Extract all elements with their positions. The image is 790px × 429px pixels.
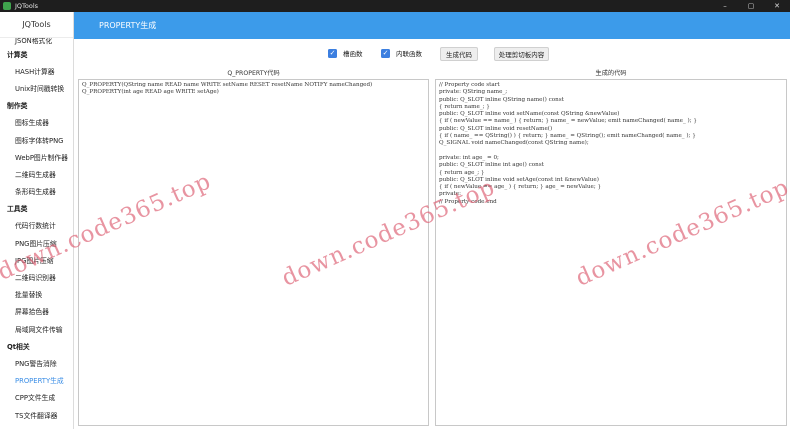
sidebar-item[interactable]: HASH计算器 (0, 62, 73, 79)
sidebar-item[interactable]: Unix时间戳转换 (0, 79, 73, 96)
checkbox-checked-icon: ✓ (328, 48, 337, 58)
window-titlebar: JQTools – ▢ ✕ (0, 0, 790, 12)
generated-code-editor[interactable]: // Property code start private: QString … (435, 79, 787, 426)
sidebar-item[interactable]: 二维码识别器 (0, 268, 73, 285)
sidebar-item[interactable]: 局域网文件传输 (0, 320, 73, 337)
sidebar-item[interactable]: 屏幕拾色器 (0, 303, 73, 320)
sidebar-item[interactable]: JPG图片压缩 (0, 251, 73, 268)
sidebar-brand: JQTools (0, 12, 73, 38)
generated-code-text: // Property code start private: QString … (439, 82, 697, 205)
sidebar-item[interactable]: 图标字体转PNG (0, 131, 73, 148)
sidebar-menu: JSON格式化计算类 HASH计算器 Unix时间戳转换制作类图标生成器 图标字体转P… (0, 38, 73, 423)
toolbar: ✓ 槽函数 ✓ 内联函数 生成代码 处理剪切板内容 (74, 39, 790, 67)
sidebar-item[interactable]: 条形码生成器 (0, 183, 73, 200)
output-panel-label: 生成的代码 (595, 70, 627, 77)
window-title: JQTools (15, 2, 39, 10)
sidebar-item[interactable]: 批量替换 (0, 286, 73, 303)
sidebar-item[interactable]: WebP图片制作器 (0, 148, 73, 165)
sidebar-category: 制作类 (7, 102, 28, 111)
property-input-editor[interactable]: Q_PROPERTY(QString name READ name WRITE … (78, 79, 429, 426)
inline-function-checkbox[interactable]: ✓ 内联函数 (381, 48, 422, 58)
page-title: PROPERTY生成 (99, 21, 157, 30)
maximize-icon[interactable]: ▢ (738, 0, 764, 12)
sidebar: JQTools JSON格式化计算类 HASH计算器 Unix时间戳转换制作类图标生… (0, 12, 74, 429)
slot-function-label: 槽函数 (343, 50, 363, 58)
sidebar-category: Qt相关 (7, 342, 30, 351)
inline-function-label: 内联函数 (396, 50, 422, 58)
sidebar-item[interactable]: TS文件翻译器 (0, 406, 73, 423)
app-icon (3, 2, 11, 10)
sidebar-item[interactable]: PROPERTY生成 (0, 372, 73, 389)
slot-function-checkbox[interactable]: ✓ 槽函数 (328, 48, 363, 58)
sidebar-item[interactable]: 二维码生成器 (0, 165, 73, 182)
sidebar-item[interactable]: JSON格式化 (0, 38, 73, 45)
sidebar-category: 工具类 (7, 205, 28, 214)
sidebar-item[interactable]: PNG警告消除 (0, 354, 73, 371)
sidebar-category: 计算类 (7, 50, 28, 59)
minimize-icon[interactable]: – (712, 0, 738, 12)
sidebar-item[interactable]: PNG图片压缩 (0, 234, 73, 251)
sidebar-item[interactable]: 图标生成器 (0, 114, 73, 131)
sidebar-item[interactable]: CPP文件生成 (0, 389, 73, 406)
window-controls: – ▢ ✕ (712, 0, 790, 12)
sidebar-item[interactable]: 代码行数统计 (0, 217, 73, 234)
process-clipboard-button[interactable]: 处理剪切板内容 (494, 47, 549, 61)
checkbox-checked-icon: ✓ (381, 48, 390, 58)
input-panel-label: Q_PROPERTY代码 (227, 70, 280, 77)
property-input-text: Q_PROPERTY(QString name READ name WRITE … (82, 82, 373, 96)
close-icon[interactable]: ✕ (764, 0, 790, 12)
generate-code-button[interactable]: 生成代码 (440, 47, 478, 61)
page-header: PROPERTY生成 (74, 12, 790, 39)
